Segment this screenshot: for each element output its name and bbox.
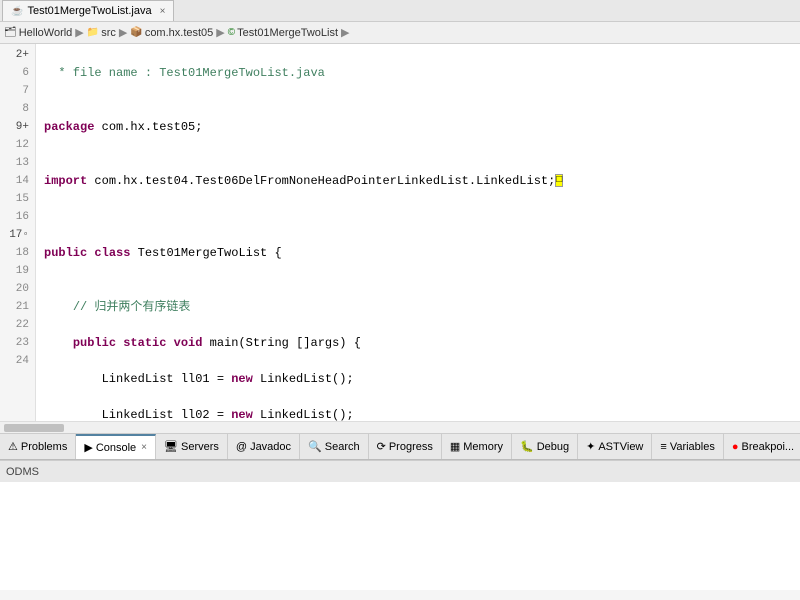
sep2: ▶	[119, 26, 127, 39]
breakpoints-icon: ●	[732, 441, 739, 453]
ln-9: 9+	[4, 118, 29, 136]
servers-icon: 🖥	[164, 440, 178, 453]
tab-close-button[interactable]: ×	[160, 6, 166, 17]
tab-progress-label: Progress	[389, 441, 433, 453]
tab-bar: ☕ Test01MergeTwoList.java ×	[0, 0, 800, 22]
ln-12: 12	[4, 136, 29, 154]
editor-tab[interactable]: ☕ Test01MergeTwoList.java ×	[2, 0, 174, 21]
tab-servers[interactable]: 🖥 Servers	[156, 434, 228, 460]
bottom-tab-bar: ⚠ Problems ▶ Console × 🖥 Servers @ Javad…	[0, 434, 800, 460]
breadcrumb-package[interactable]: 📦 com.hx.test05	[130, 27, 213, 39]
sep3: ▶	[216, 26, 224, 39]
ln-18: 18	[4, 244, 29, 262]
breadcrumb-project[interactable]: 🗂 HelloWorld	[4, 27, 72, 39]
console-close-icon[interactable]: ×	[141, 442, 147, 453]
line-14: public class Test01MergeTwoList {	[44, 244, 800, 262]
tab-debug-label: Debug	[537, 441, 569, 453]
line-9: import com.hx.test04.Test06DelFromNoneHe…	[44, 172, 800, 190]
breadcrumb-project-label: HelloWorld	[19, 27, 73, 39]
ln-2: 2+	[4, 46, 29, 64]
tab-breakpoints[interactable]: ● Breakpoi...	[724, 434, 800, 460]
ln-21: 21	[4, 298, 29, 316]
status-text: ODMS	[6, 466, 39, 478]
ln-17: 17◦	[4, 226, 29, 244]
status-bar: ODMS	[0, 460, 800, 482]
tab-breakpoints-label: Breakpoi...	[742, 441, 795, 453]
javadoc-icon: @	[236, 441, 247, 453]
tab-console[interactable]: ▶ Console ×	[76, 434, 156, 460]
ln-13: 13	[4, 154, 29, 172]
tab-servers-label: Servers	[181, 441, 219, 453]
sep4: ▶	[341, 26, 349, 39]
ln-6: 6	[4, 64, 29, 82]
tab-astview[interactable]: ✦ ASTView	[578, 434, 652, 460]
ln-7: 7	[4, 82, 29, 100]
class-icon: ©	[228, 27, 235, 38]
astview-icon: ✦	[586, 440, 595, 453]
breadcrumb-src-label: src	[101, 27, 116, 39]
progress-icon: ⟳	[377, 440, 386, 453]
tab-label: Test01MergeTwoList.java	[27, 5, 151, 17]
search-icon: 🔍	[308, 440, 322, 453]
sep1: ▶	[75, 26, 83, 39]
ln-8: 8	[4, 100, 29, 118]
tab-progress[interactable]: ⟳ Progress	[369, 434, 442, 460]
project-icon: 🗂	[4, 27, 17, 38]
src-icon: 📁	[87, 27, 99, 38]
ln-22: 22	[4, 316, 29, 334]
memory-icon: ▦	[450, 440, 460, 453]
java-file-icon: ☕	[11, 6, 23, 17]
code-editor[interactable]: 2+ 6 7 8 9+ 12 13 14 15 16 17◦ 18 19 20 …	[0, 44, 800, 434]
line-numbers: 2+ 6 7 8 9+ 12 13 14 15 16 17◦ 18 19 20 …	[0, 44, 36, 421]
code-text[interactable]: * file name : Test01MergeTwoList.java pa…	[36, 44, 800, 421]
tab-problems[interactable]: ⚠ Problems	[0, 434, 76, 460]
variables-icon: ≡	[660, 441, 666, 453]
scrollbar-thumb[interactable]	[4, 424, 64, 432]
problems-icon: ⚠	[8, 440, 18, 453]
tab-debug[interactable]: 🐛 Debug	[512, 434, 578, 460]
tab-problems-label: Problems	[21, 441, 67, 453]
breadcrumb: 🗂 HelloWorld ▶ 📁 src ▶ 📦 com.hx.test05 ▶…	[0, 22, 800, 44]
ln-16: 16	[4, 208, 29, 226]
line-16: // 归并两个有序链表	[44, 298, 800, 316]
ln-14: 14	[4, 172, 29, 190]
breadcrumb-class[interactable]: © Test01MergeTwoList	[228, 27, 338, 39]
tab-search[interactable]: 🔍 Search	[300, 434, 369, 460]
bottom-content-area	[0, 482, 800, 590]
line-17: public static void main(String []args) {	[44, 334, 800, 352]
ln-23: 23	[4, 334, 29, 352]
tab-variables[interactable]: ≡ Variables	[652, 434, 723, 460]
package-icon: 📦	[130, 27, 142, 38]
line-18: LinkedList ll01 = new LinkedList();	[44, 370, 800, 388]
tab-search-label: Search	[325, 441, 360, 453]
ln-20: 20	[4, 280, 29, 298]
tab-memory[interactable]: ▦ Memory	[442, 434, 512, 460]
ln-24: 24	[4, 352, 29, 370]
tab-astview-label: ASTView	[598, 441, 643, 453]
ln-15: 15	[4, 190, 29, 208]
line-7: package com.hx.test05;	[44, 118, 800, 136]
console-icon: ▶	[84, 441, 92, 454]
line-2: * file name : Test01MergeTwoList.java	[44, 64, 800, 82]
tab-console-label: Console	[96, 442, 136, 454]
tab-javadoc[interactable]: @ Javadoc	[228, 434, 300, 460]
tab-memory-label: Memory	[463, 441, 503, 453]
debug-icon: 🐛	[520, 440, 534, 453]
breadcrumb-package-label: com.hx.test05	[145, 27, 213, 39]
line-19: LinkedList ll02 = new LinkedList();	[44, 406, 800, 421]
ln-19: 19	[4, 262, 29, 280]
breadcrumb-src[interactable]: 📁 src	[87, 27, 116, 39]
horizontal-scrollbar[interactable]	[0, 421, 800, 433]
tab-javadoc-label: Javadoc	[250, 441, 291, 453]
breadcrumb-class-label: Test01MergeTwoList	[237, 27, 338, 39]
tab-variables-label: Variables	[670, 441, 715, 453]
